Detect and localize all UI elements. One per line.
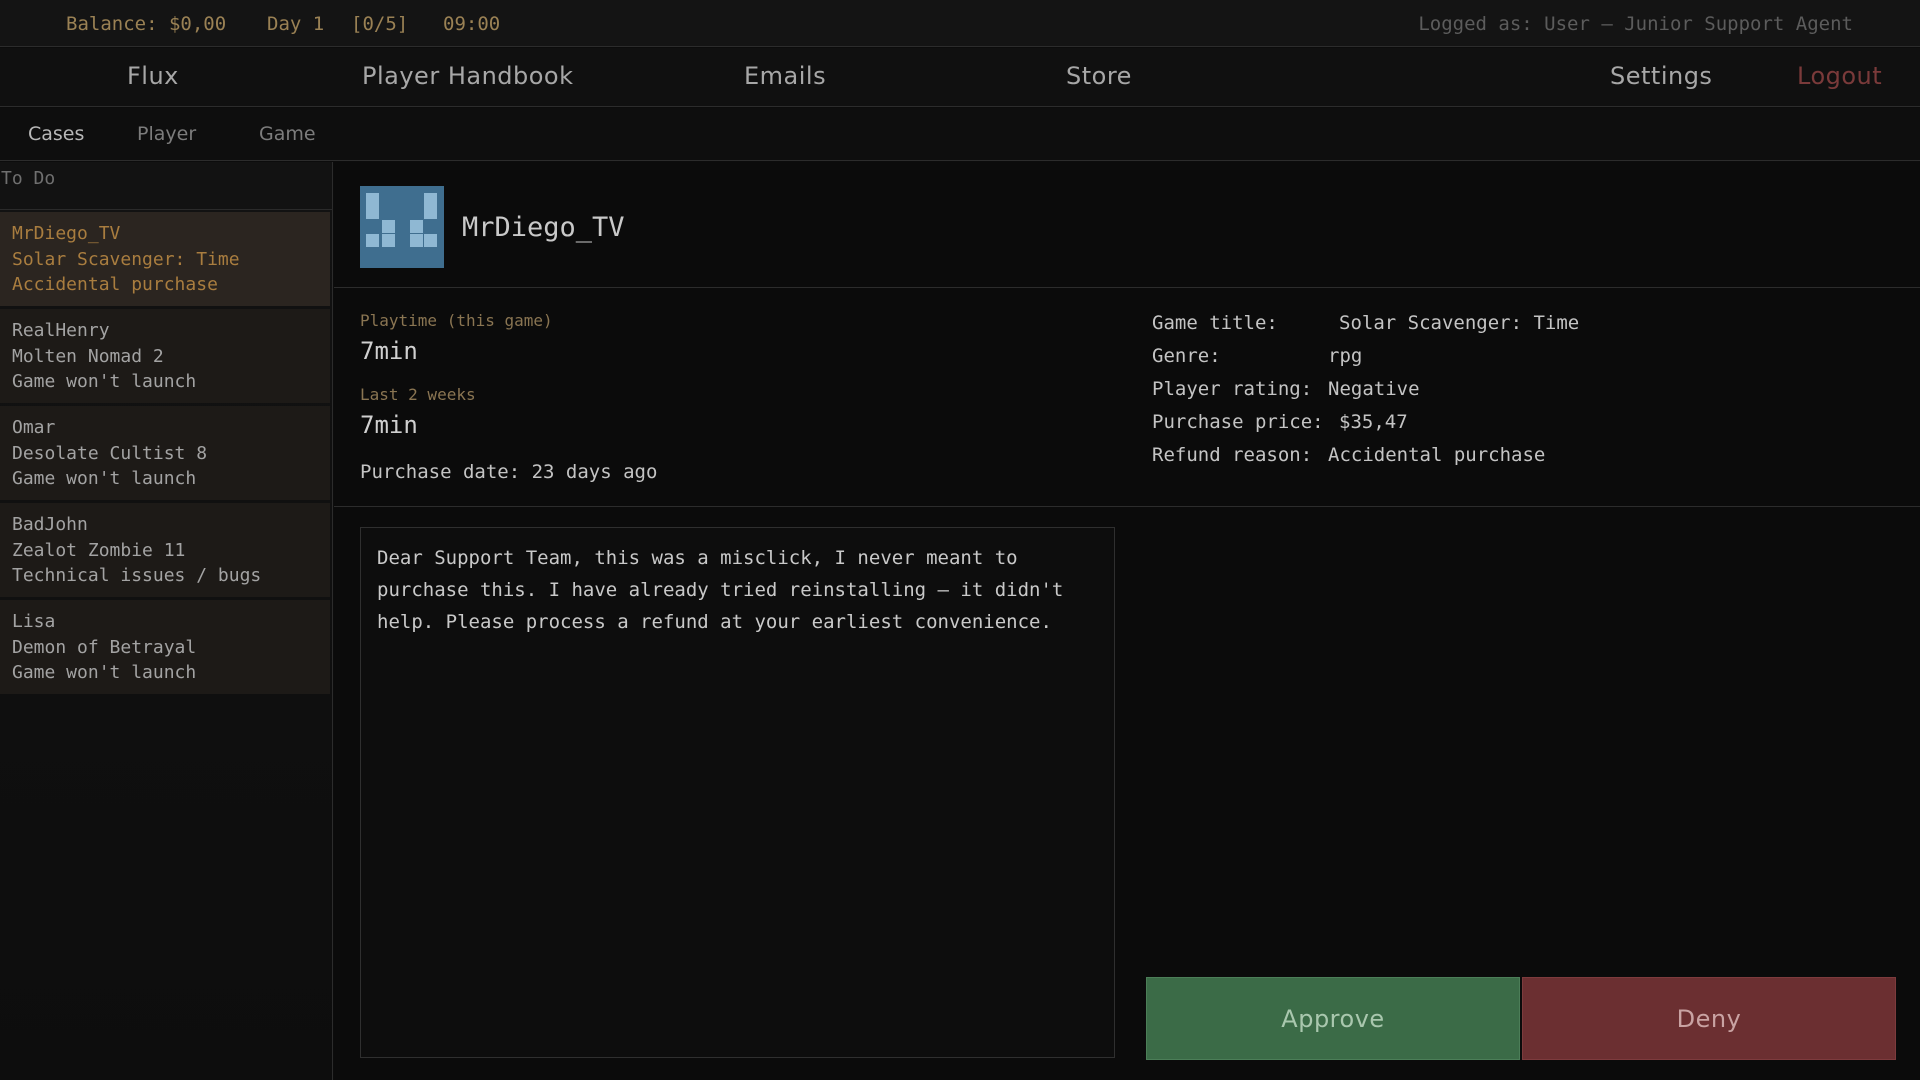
purchase-price-value: $35,47 [1339,411,1408,433]
tab-player[interactable]: Player [137,123,196,145]
genre-label: Genre: [1152,345,1221,367]
game-title-value: Solar Scavenger: Time [1339,312,1580,334]
last-two-weeks-label: Last 2 weeks [360,385,476,404]
case-player-name: Omar [12,417,56,438]
refund-reason-label: Refund reason: [1152,444,1313,466]
case-reason: Game won't launch [12,468,197,489]
case-item[interactable]: MrDiego_TV Solar Scavenger: Time Acciden… [0,212,330,306]
case-details: Playtime (this game) 7min Last 2 weeks 7… [334,289,1920,507]
case-item[interactable]: BadJohn Zealot Zombie 11 Technical issue… [0,503,330,597]
day-text: Day 1 [267,13,325,35]
case-detail-panel: MrDiego_TV Playtime (this game) 7min Las… [334,162,1920,1080]
player-rating-label: Player rating: [1152,378,1313,400]
day-progress: [0/5] [351,13,409,35]
nav-flux[interactable]: Flux [127,62,179,90]
case-item[interactable]: RealHenry Molten Nomad 2 Game won't laun… [0,309,330,403]
player-message: Dear Support Team, this was a misclick, … [360,527,1115,1058]
case-game-title: Zealot Zombie 11 [12,539,186,561]
case-game-title: Desolate Cultist 8 [12,442,208,464]
player-username: MrDiego_TV [462,212,625,243]
player-rating-value: Negative [1328,378,1420,400]
case-player-name: RealHenry [12,320,110,341]
player-profile-header: MrDiego_TV [334,162,1920,288]
genre-value: rpg [1328,345,1363,367]
purchase-price-label: Purchase price: [1152,411,1324,433]
nav-settings[interactable]: Settings [1610,62,1712,90]
sub-nav: Cases Player Game [0,108,1920,161]
logged-as-text: Logged as: User — Junior Support Agent [1418,13,1853,35]
refund-reason-value: Accidental purchase [1328,444,1546,466]
case-list-sidebar: To Do MrDiego_TV Solar Scavenger: Time A… [0,162,333,1080]
case-game-title: Demon of Betrayal [12,636,197,658]
purchase-date: Purchase date: 23 days ago [360,461,658,483]
last-two-weeks-value: 7min [360,411,418,439]
logout-button[interactable]: Logout [1797,62,1882,90]
case-reason: Technical issues / bugs [12,565,262,586]
status-bar: Balance: $0,00 Day 1 [0/5] 09:00 Logged … [0,0,1920,47]
case-item[interactable]: Lisa Demon of Betrayal Game won't launch [0,600,330,694]
tab-cases[interactable]: Cases [28,123,84,145]
case-player-name: Lisa [12,611,56,632]
playtime-value: 7min [360,337,418,365]
balance-text: Balance: $0,00 [66,13,227,35]
case-item[interactable]: Omar Desolate Cultist 8 Game won't launc… [0,406,330,500]
nav-player-handbook[interactable]: Player Handbook [362,62,574,90]
case-player-name: MrDiego_TV [12,223,121,244]
nav-emails[interactable]: Emails [744,62,826,90]
deny-button[interactable]: Deny [1522,977,1896,1060]
case-game-title: Solar Scavenger: Time [12,248,240,270]
approve-button[interactable]: Approve [1146,977,1520,1060]
tab-game[interactable]: Game [259,123,316,145]
main-nav: Flux Player Handbook Emails Store Settin… [0,48,1920,107]
clock-text: 09:00 [443,13,501,35]
avatar [360,186,444,268]
case-reason: Game won't launch [12,662,197,683]
nav-store[interactable]: Store [1066,62,1132,90]
case-player-name: BadJohn [12,514,88,535]
case-game-title: Molten Nomad 2 [12,345,164,367]
case-reason: Game won't launch [12,371,197,392]
playtime-label: Playtime (this game) [360,311,553,330]
todo-header: To Do [0,162,333,210]
case-reason: Accidental purchase [12,274,218,295]
game-title-label: Game title: [1152,312,1278,334]
